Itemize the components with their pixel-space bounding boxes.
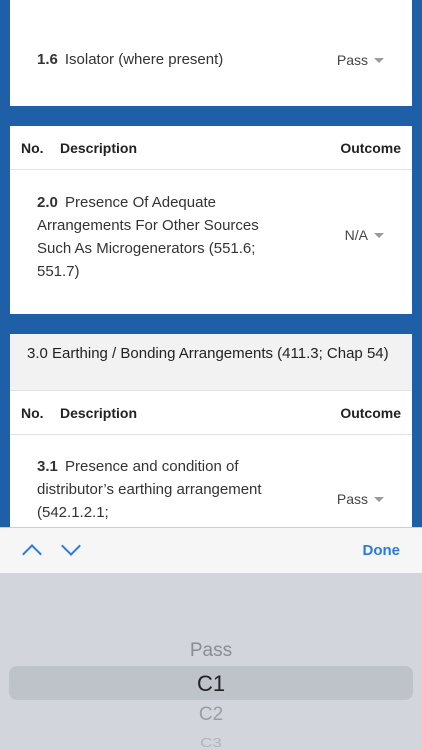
picker-option[interactable]: C3 [0,736,422,750]
header-description: Description [60,139,138,156]
table-header: No. Description Outcome [10,391,412,435]
section-title: 3.0 Earthing / Bonding Arrangements (411… [10,334,412,391]
section-card: 3.0 Earthing / Bonding Arrangements (411… [10,334,412,534]
outcome-picker[interactable]: Pass C1 C2 C3 [0,573,422,750]
picker-option[interactable]: C2 [0,704,422,726]
outcome-dropdown[interactable]: Pass [337,52,384,68]
item-number: 2.0 [37,194,58,211]
table-header: No. Description Outcome [10,126,412,170]
checklist-item: 3.1 Presence and condition of distributo… [37,455,282,524]
header-no: No. [21,404,44,421]
outcome-value: Pass [336,52,368,68]
picker-option-selected[interactable]: C1 [0,671,422,697]
checklist-card: No. Description Outcome 2.0 Presence Of … [10,126,412,314]
outcome-value: N/A [344,227,368,243]
keyboard-accessory-bar: Done [0,527,422,573]
header-outcome: Outcome [340,404,401,421]
item-description: Presence Of Adequate Arrangements For Ot… [37,194,259,280]
caret-down-icon [374,496,384,502]
item-text: 3.1 Presence and condition of distributo… [37,455,282,524]
item-text: 2.0 Presence Of Adequate Arrangements Fo… [37,191,277,283]
outcome-value: Pass [336,491,368,507]
checklist-card: 1.6 Isolator (where present) Pass [10,0,412,106]
outcome-dropdown[interactable]: N/A [345,227,384,243]
chevron-up-icon[interactable] [22,544,42,564]
outcome-dropdown[interactable]: Pass [337,491,384,507]
done-button[interactable]: Done [363,542,401,559]
header-no: No. [21,139,44,156]
header-outcome: Outcome [340,139,401,156]
caret-down-icon [374,57,384,63]
picker-option[interactable]: Pass [0,640,422,662]
item-description: Isolator (where present) [64,51,224,68]
item-description: Presence and condition of distributor’s … [37,458,262,521]
checklist-item: 2.0 Presence Of Adequate Arrangements Fo… [37,191,277,283]
item-number: 3.1 [37,458,58,475]
screen: 1.6 Isolator (where present) Pass No. De… [0,0,422,750]
item-number: 1.6 [37,51,58,68]
caret-down-icon [374,232,384,238]
header-description: Description [60,404,138,421]
chevron-down-icon[interactable] [61,536,81,556]
